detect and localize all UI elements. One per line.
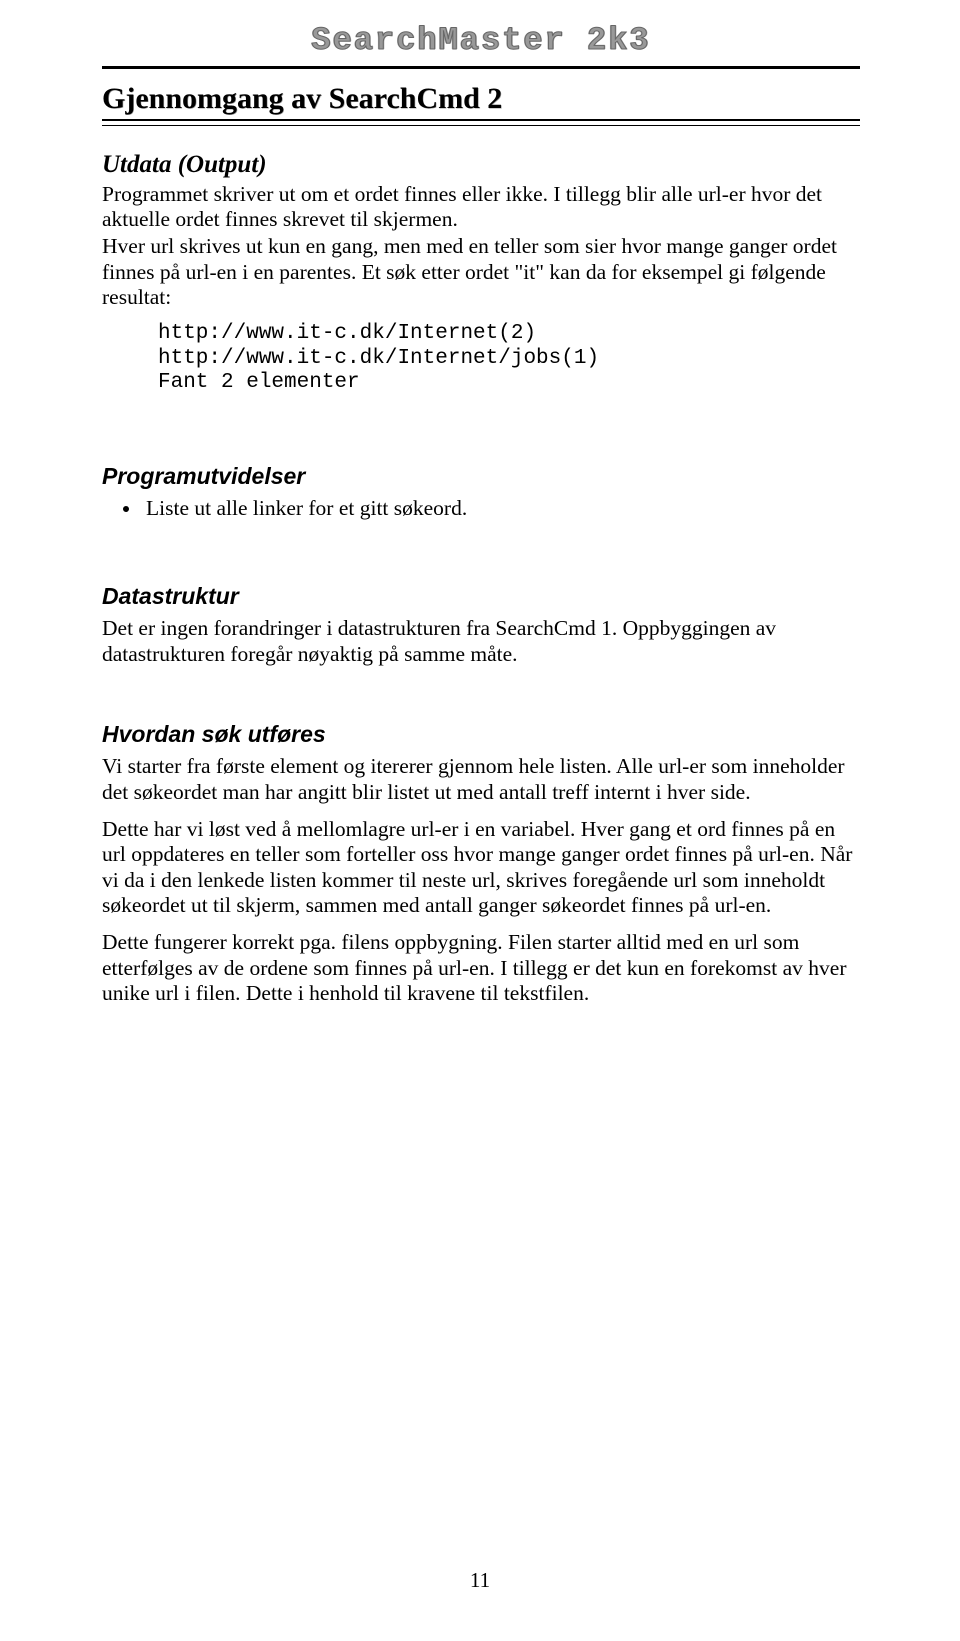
spacer [102, 525, 860, 583]
heading-datastruktur: Datastruktur [102, 583, 860, 610]
page-number: 11 [0, 1568, 960, 1593]
code-line-1: http://www.it-c.dk/Internet(2) [158, 322, 536, 345]
utdata-p1: Programmet skriver ut om et ordet finnes… [102, 182, 860, 233]
heading-utdata: Utdata (Output) [102, 150, 860, 180]
divider-top [102, 66, 860, 69]
title-underline-2 [102, 125, 860, 126]
datastruktur-p1: Det er ingen forandringer i datastruktur… [102, 616, 860, 667]
spacer [102, 679, 860, 721]
utdata-p2: Hver url skrives ut kun en gang, men med… [102, 234, 860, 310]
hvordan-p3: Dette fungerer korrekt pga. filens oppby… [102, 930, 860, 1006]
extensions-list: Liste ut alle linker for et gitt søkeord… [142, 496, 860, 521]
heading-programutvidelser: Programutvidelser [102, 463, 860, 490]
heading-hvordan: Hvordan søk utføres [102, 721, 860, 748]
brand-text: SearchMaster 2k3 [311, 22, 650, 59]
list-item: Liste ut alle linker for et gitt søkeord… [142, 496, 860, 521]
brand-logo: SearchMaster 2k3 [102, 22, 860, 60]
code-line-3: Fant 2 elementer [158, 371, 360, 394]
code-block: http://www.it-c.dk/Internet(2) http://ww… [158, 322, 860, 394]
hvordan-p2: Dette har vi løst ved å mellomlagre url-… [102, 817, 860, 918]
hvordan-p1: Vi starter fra første element og iterere… [102, 754, 860, 805]
page-title: Gjennomgang av SearchCmd 2 [102, 81, 860, 116]
page: SearchMaster 2k3 Gjennomgang av SearchCm… [0, 0, 960, 1641]
code-line-2: http://www.it-c.dk/Internet/jobs(1) [158, 347, 599, 370]
spacer [102, 405, 860, 463]
title-underline-1 [102, 119, 860, 121]
